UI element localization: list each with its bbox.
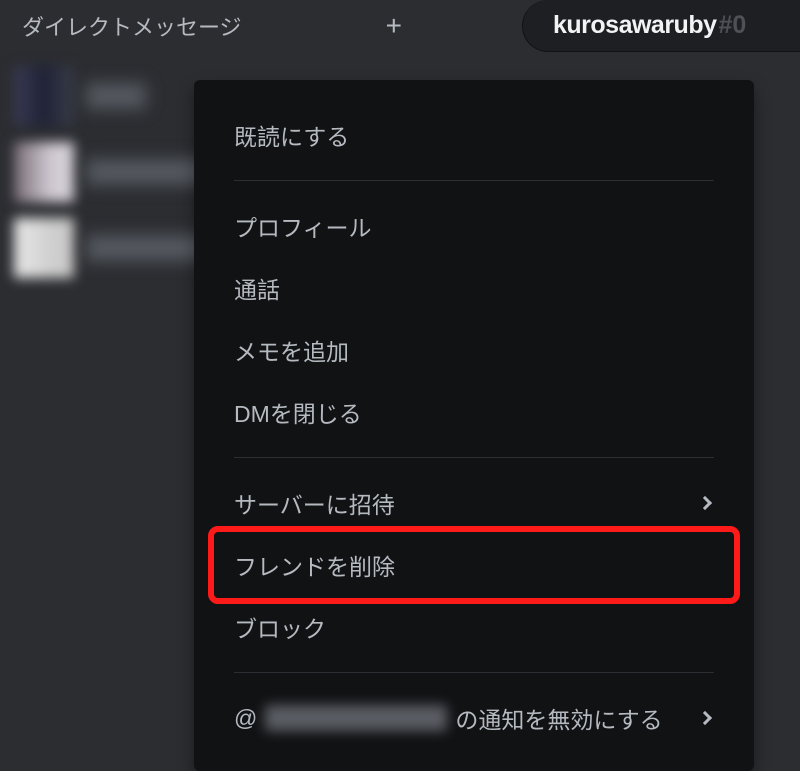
menu-item-add-note[interactable]: メモを追加 (214, 319, 734, 381)
dm-header: ダイレクトメッセージ + (0, 0, 430, 58)
menu-item-label: サーバーに招待 (234, 486, 395, 520)
menu-item-call[interactable]: 通話 (214, 257, 734, 319)
dm-username-blurred (86, 83, 146, 109)
mute-suffix: の通知を無効にする (455, 701, 662, 735)
header-tag: #0 (719, 11, 747, 40)
create-dm-plus-icon[interactable]: + (380, 10, 408, 42)
menu-item-remove-friend[interactable]: フレンドを削除 (214, 534, 734, 596)
chevron-right-icon (698, 711, 712, 725)
menu-divider (234, 457, 714, 458)
menu-item-label: フレンドを削除 (234, 548, 395, 582)
channel-header-user[interactable]: kurosawaruby #0 (522, 0, 800, 52)
menu-item-block[interactable]: ブロック (214, 596, 734, 658)
menu-item-label: メモを追加 (234, 333, 349, 367)
menu-group: @ の通知を無効にする (208, 681, 740, 755)
menu-item-mute-notifications[interactable]: @ の通知を無効にする (214, 687, 734, 749)
menu-divider (234, 180, 714, 181)
dm-header-title: ダイレクトメッセージ (22, 10, 242, 42)
avatar (14, 66, 74, 126)
menu-item-close-dm[interactable]: DMを閉じる (214, 381, 734, 443)
avatar (14, 218, 74, 278)
header-username: kurosawaruby (553, 11, 717, 40)
menu-item-label: プロフィール (234, 209, 372, 243)
menu-group: 既読にする (208, 98, 740, 172)
mute-username-blurred (265, 705, 447, 731)
menu-divider (234, 672, 714, 673)
menu-item-invite-to-server[interactable]: サーバーに招待 (214, 472, 734, 534)
menu-item-profile[interactable]: プロフィール (214, 195, 734, 257)
mute-prefix: @ (234, 705, 257, 732)
menu-item-label: DMを閉じる (234, 395, 362, 429)
menu-item-label: ブロック (234, 610, 326, 644)
avatar (14, 142, 74, 202)
menu-item-label: 既読にする (234, 118, 349, 152)
menu-item-label: 通話 (234, 271, 280, 305)
user-context-menu: 既読にする プロフィール 通話 メモを追加 DMを閉じる サーバーに招待 フレン… (194, 80, 754, 771)
menu-group: サーバーに招待 フレンドを削除 ブロック (208, 466, 740, 664)
chevron-right-icon (698, 496, 712, 510)
menu-item-mark-read[interactable]: 既読にする (214, 104, 734, 166)
menu-group: プロフィール 通話 メモを追加 DMを閉じる (208, 189, 740, 449)
